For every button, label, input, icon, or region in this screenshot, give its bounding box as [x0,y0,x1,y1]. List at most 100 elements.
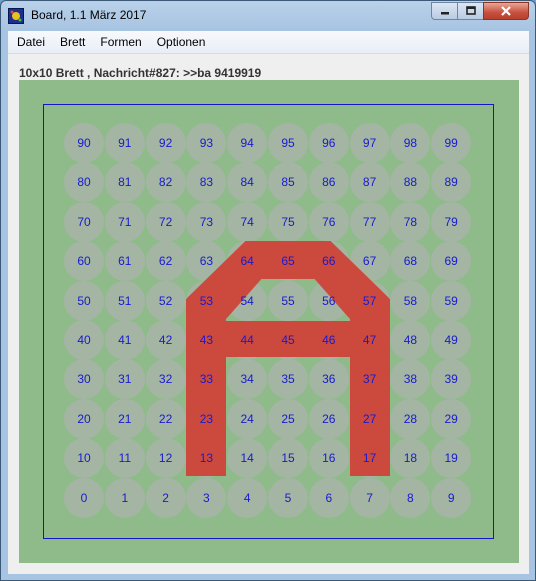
cell-number: 81 [118,175,132,190]
cell-number: 97 [362,136,377,150]
cell-number: 19 [444,451,458,466]
cell-number: 56 [322,293,336,308]
cell-number: 75 [281,214,295,229]
cell-number: 95 [281,136,295,150]
cell-number: 17 [362,451,377,466]
menu-datei[interactable]: Datei [15,35,47,49]
cell-number: 49 [444,333,458,347]
maximize-icon [465,6,476,15]
cell-number: 60 [77,254,91,269]
cell-number: 4 [243,490,251,505]
menu-optionen[interactable]: Optionen [155,35,208,49]
cell-number: 64 [240,254,254,269]
cell-number: 3 [203,490,210,505]
cell-number: 68 [403,254,418,269]
title-bar[interactable]: Board, 1.1 März 2017 [1,1,535,31]
cell-number: 93 [199,136,214,150]
cell-number: 51 [118,293,132,308]
board-app-icon[interactable] [8,8,24,24]
game-board[interactable]: 90 91 92 93 94 95 96 97 98 99 80 81 82 83 84 85 86 87 88 89… [19,80,519,563]
cell-number: 11 [118,451,132,466]
cell-number: 40 [77,333,91,347]
cell-number: 0 [80,490,88,505]
cell-number: 77 [362,214,377,229]
cell-number: 31 [118,372,132,387]
cell-number: 92 [158,136,173,150]
cell-number: 84 [240,175,254,190]
cell-number: 73 [199,214,214,229]
cell-number: 86 [322,175,336,190]
cell-number: 88 [403,175,418,190]
cell-number: 82 [158,175,173,190]
cell-number: 57 [362,293,377,308]
cell-number: 63 [199,254,214,269]
status-message: 10x10 Brett , Nachricht#827: >>ba 941991… [19,66,262,80]
cell-number: 46 [322,333,336,347]
cell-number: 96 [322,136,336,150]
cell-number: 14 [240,451,254,466]
cell-number: 1 [121,490,129,505]
cell-number: 74 [240,214,254,229]
cell-number: 43 [199,333,214,347]
cell-number: 41 [118,333,132,347]
cell-number: 45 [281,333,295,347]
cell-number: 62 [158,254,173,269]
cell-number: 10 [77,451,91,466]
cell-number: 91 [118,136,132,150]
cell-number: 35 [281,372,295,387]
cell-number: 83 [199,175,214,190]
menu-formen[interactable]: Formen [98,35,143,49]
cell-number: 18 [403,451,418,466]
cell-number: 7 [366,490,373,505]
minimize-icon [440,12,449,15]
cell-number: 98 [403,136,418,150]
cell-number: 89 [444,175,458,190]
cell-number: 69 [444,254,458,269]
app-window: Board, 1.1 März 2017 Datei Brett Formen … [0,0,536,581]
cell-number: 2 [162,490,169,505]
cell-number: 37 [362,372,377,387]
cell-number: 52 [158,293,173,308]
cell-number: 13 [199,451,214,466]
cell-number: 59 [444,293,458,308]
cell-number: 30 [77,372,91,387]
cell-number: 12 [158,451,173,466]
cell-number: 87 [362,175,377,190]
cell-number: 67 [362,254,377,269]
cell-number: 44 [240,333,254,347]
cell-number: 48 [403,333,418,347]
cell-number: 28 [403,411,418,426]
menu-bar: Datei Brett Formen Optionen [8,31,529,54]
cell-number: 55 [281,293,295,308]
cell-number: 99 [444,136,458,150]
window-title: Board, 1.1 März 2017 [31,8,147,22]
cell-number: 66 [322,254,336,269]
cell-number: 25 [281,411,295,426]
cell-number: 32 [158,372,173,387]
cell-number: 34 [240,372,254,387]
cell-number: 42 [158,333,173,347]
cell-number: 6 [325,490,333,505]
cell-number: 21 [118,411,132,426]
cell-number: 38 [403,372,418,387]
cell-number: 39 [444,372,458,387]
close-button[interactable] [483,2,529,20]
cell-number: 27 [362,411,377,426]
cell-number: 80 [77,175,91,190]
cell-number: 53 [199,293,214,308]
maximize-button[interactable] [457,2,483,20]
cell-number: 23 [199,411,214,426]
cell-number: 50 [77,293,91,308]
cell-number: 61 [118,254,132,269]
cell-number: 76 [322,214,336,229]
client-area: Datei Brett Formen Optionen 10x10 Brett … [8,31,529,574]
cell-number: 90 [77,136,91,150]
cell-number: 5 [284,490,292,505]
cell-number: 33 [199,372,214,387]
menu-brett[interactable]: Brett [58,35,87,49]
cell-number: 15 [281,451,295,466]
minimize-button[interactable] [431,2,457,20]
cell-number: 22 [158,411,173,426]
cell-number: 70 [77,214,91,229]
cell-number: 29 [444,411,458,426]
